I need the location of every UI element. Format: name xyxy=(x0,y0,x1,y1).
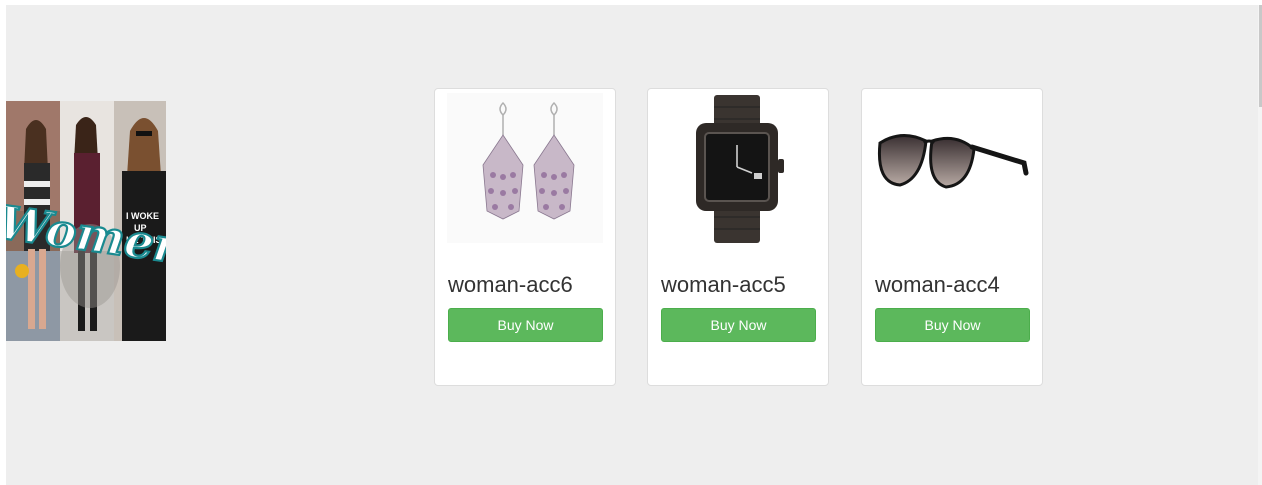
page-background xyxy=(6,5,1260,485)
product-card: woman-acc5 Buy Now xyxy=(647,88,829,386)
buy-now-button[interactable]: Buy Now xyxy=(875,308,1030,342)
buy-now-button[interactable]: Buy Now xyxy=(448,308,603,342)
product-title: woman-acc5 xyxy=(661,272,786,297)
product-card: woman-acc6 Buy Now xyxy=(434,88,616,386)
product-card: woman-acc4 Buy Now xyxy=(861,88,1043,386)
product-title: woman-acc6 xyxy=(448,272,573,297)
banner-image: I WOKE UP KE THIS Women xyxy=(6,101,166,341)
sunglasses-icon xyxy=(874,93,1030,243)
product-title: woman-acc4 xyxy=(875,272,1000,297)
earrings-icon xyxy=(447,93,603,243)
watch-icon xyxy=(660,93,816,243)
women-category-banner[interactable]: I WOKE UP KE THIS Women xyxy=(6,101,166,341)
buy-now-button[interactable]: Buy Now xyxy=(661,308,816,342)
